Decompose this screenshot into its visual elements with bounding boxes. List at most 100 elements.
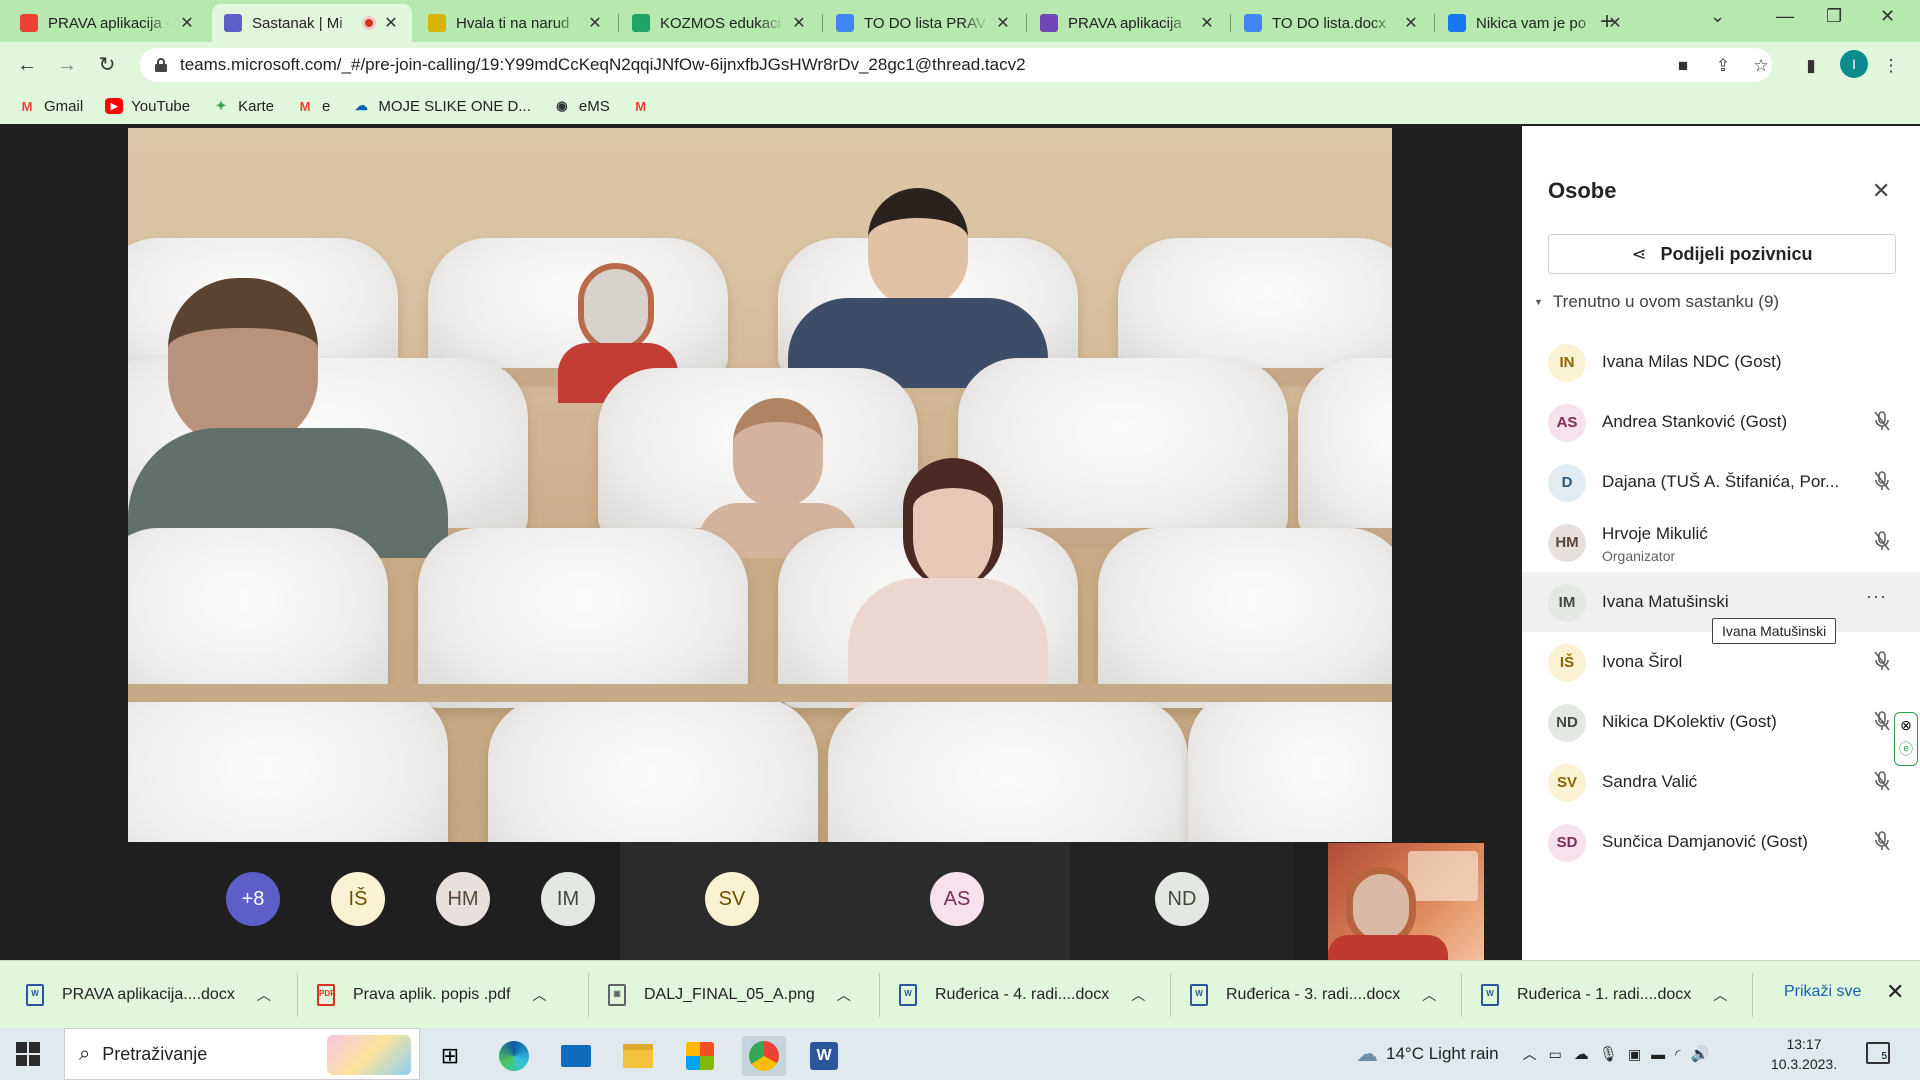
minimize-button[interactable]: — bbox=[1776, 6, 1794, 27]
roster-avatar[interactable]: ND bbox=[1155, 872, 1209, 926]
notification-center-button[interactable]: 5 bbox=[1866, 1042, 1890, 1064]
download-item[interactable]: PDF Prava aplik. popis .pdf ︿ bbox=[317, 961, 546, 1029]
system-clock[interactable]: 13:17 10.3.2023. bbox=[1764, 1034, 1844, 1074]
participant-row[interactable]: ND Nikica DKolektiv (Gost) bbox=[1522, 692, 1920, 752]
meet-now-icon[interactable]: ▭ bbox=[1549, 1046, 1562, 1063]
side-panel-icon[interactable]: ▮ bbox=[1800, 56, 1822, 78]
participant-row[interactable]: SD Sunčica Damjanović (Gost) bbox=[1522, 812, 1920, 872]
chevron-up-icon[interactable]: ︿ bbox=[1131, 985, 1145, 1005]
bookmark-star-icon[interactable]: ☆ bbox=[1750, 56, 1772, 78]
chevron-up-icon[interactable]: ︿ bbox=[837, 985, 851, 1005]
participant-name-tooltip: Ivana Matušinski bbox=[1712, 618, 1837, 644]
download-item[interactable]: W Ruđerica - 3. radi....docx ︿ bbox=[1190, 961, 1436, 1029]
task-view-icon[interactable]: ⊞ bbox=[430, 1036, 470, 1076]
chrome-icon[interactable] bbox=[742, 1036, 786, 1076]
chevron-up-icon[interactable]: ︿ bbox=[532, 985, 546, 1005]
menu-kebab-icon[interactable]: ⋮ bbox=[1880, 56, 1902, 78]
share-icon[interactable]: ⇪ bbox=[1712, 56, 1734, 78]
download-item[interactable]: W Ruđerica - 4. radi....docx ︿ bbox=[899, 961, 1145, 1029]
roster-avatar[interactable]: IM bbox=[541, 872, 595, 926]
in-meeting-group-header[interactable]: ▼ Trenutno u ovom sastanku (9) bbox=[1534, 292, 1779, 312]
word-icon[interactable]: W bbox=[804, 1036, 844, 1076]
browser-tab[interactable]: Sastanak | Mi ✕ bbox=[212, 4, 412, 42]
download-item[interactable]: W PRAVA aplikacija....docx ︿ bbox=[26, 961, 271, 1029]
roster-avatar[interactable]: IŠ bbox=[331, 872, 385, 926]
bookmark-item[interactable]: Me bbox=[296, 97, 331, 115]
browser-tab[interactable]: PRAVA aplikacija ✕ bbox=[1028, 4, 1228, 42]
browser-tab[interactable]: KOZMOS edukaci ✕ bbox=[620, 4, 820, 42]
bookmark-label: e bbox=[321, 97, 331, 115]
roster-avatar[interactable]: HM bbox=[436, 872, 490, 926]
close-tab-icon[interactable]: ✕ bbox=[790, 13, 808, 33]
address-bar[interactable]: teams.microsoft.com/_#/pre-join-calling/… bbox=[140, 48, 1772, 82]
close-downloads-bar-button[interactable]: ✕ bbox=[1886, 979, 1904, 1005]
profile-avatar[interactable]: I bbox=[1840, 50, 1868, 78]
microphone-tray-icon[interactable]: 🎙 bbox=[1599, 1045, 1618, 1063]
chevron-up-icon[interactable]: ︿ bbox=[1422, 985, 1436, 1005]
participant-row[interactable]: D Dajana (TUŠ A. Štifanića, Por... bbox=[1522, 452, 1920, 512]
browser-tab[interactable]: PRAVA aplikacija - ✕ bbox=[8, 4, 208, 42]
battery-icon[interactable]: ▬ bbox=[1651, 1046, 1665, 1062]
bookmark-item[interactable]: ☁ MOJE SLIKE ONE D... bbox=[352, 98, 531, 115]
more-options-icon[interactable]: ··· bbox=[1866, 586, 1887, 607]
forward-button[interactable]: → bbox=[52, 50, 82, 80]
tab-search-chevron-icon[interactable]: ⌄ bbox=[1710, 6, 1725, 27]
download-item[interactable]: ▣ DALJ_FINAL_05_A.png ︿ bbox=[608, 961, 851, 1029]
volume-icon[interactable]: 🔊 bbox=[1691, 1045, 1710, 1063]
side-extension-widget[interactable]: ⊗ ⓔ bbox=[1894, 712, 1918, 766]
close-circle-icon[interactable]: ⊗ bbox=[1895, 713, 1917, 737]
restore-button[interactable]: ❐ bbox=[1826, 6, 1842, 27]
back-button[interactable]: ← bbox=[12, 50, 42, 80]
roster-avatar[interactable]: AS bbox=[930, 872, 984, 926]
bookmark-item[interactable]: ✦ Karte bbox=[212, 98, 274, 115]
chevron-up-icon[interactable]: ︿ bbox=[257, 985, 271, 1005]
close-window-button[interactable]: ✕ bbox=[1880, 6, 1895, 27]
url-text[interactable]: teams.microsoft.com/_#/pre-join-calling/… bbox=[180, 55, 1026, 75]
download-item[interactable]: W Ruđerica - 1. radi....docx ︿ bbox=[1481, 961, 1727, 1029]
camera-icon[interactable]: ■ bbox=[1672, 56, 1694, 78]
mail-icon[interactable] bbox=[556, 1036, 596, 1076]
edge-browser-icon[interactable] bbox=[494, 1036, 534, 1076]
roster-avatar[interactable]: SV bbox=[705, 872, 759, 926]
file-explorer-icon[interactable] bbox=[618, 1036, 658, 1076]
participant-row[interactable]: IN Ivana Milas NDC (Gost) bbox=[1522, 332, 1920, 392]
close-tab-icon[interactable]: ✕ bbox=[994, 13, 1012, 33]
show-all-downloads-link[interactable]: Prikaži sve bbox=[1784, 983, 1861, 1001]
close-tab-icon[interactable]: ✕ bbox=[586, 13, 604, 33]
browser-tab[interactable]: TO DO lista PRAV ✕ bbox=[824, 4, 1024, 42]
taskbar-search-box[interactable]: ⌕ Pretraživanje bbox=[64, 1028, 420, 1080]
bookmark-item[interactable]: M Gmail bbox=[18, 98, 84, 115]
start-button[interactable] bbox=[16, 1042, 40, 1066]
mic-off-icon bbox=[1874, 831, 1890, 851]
chevron-up-icon[interactable]: ︿ bbox=[1713, 985, 1727, 1005]
display-tray-icon[interactable]: ▣ bbox=[1628, 1046, 1641, 1063]
weather-text[interactable]: 14°C Light rain bbox=[1386, 1044, 1499, 1064]
participant-row[interactable]: HM Hrvoje Mikulić Organizator bbox=[1522, 512, 1920, 572]
bookmark-item[interactable]: M bbox=[632, 98, 658, 114]
close-tab-icon[interactable]: ✕ bbox=[1402, 13, 1420, 33]
close-tab-icon[interactable]: ✕ bbox=[1198, 13, 1216, 33]
bookmark-item[interactable]: ▶ YouTube bbox=[105, 98, 190, 115]
wifi-icon[interactable]: ◜ bbox=[1675, 1046, 1680, 1063]
share-invite-button[interactable]: ⋖ Podijeli pozivnicu bbox=[1548, 234, 1896, 274]
self-view-video[interactable] bbox=[1328, 843, 1484, 960]
reload-button[interactable]: ↻ bbox=[92, 50, 122, 80]
participant-row[interactable]: SV Sandra Valić bbox=[1522, 752, 1920, 812]
extension-e-icon[interactable]: ⓔ bbox=[1895, 737, 1917, 761]
onedrive-tray-icon[interactable]: ☁ bbox=[1574, 1045, 1589, 1063]
mic-off-icon bbox=[1874, 531, 1890, 551]
tray-chevron-up-icon[interactable]: ︿ bbox=[1523, 1044, 1537, 1064]
browser-tab[interactable]: Hvala ti na narud ✕ bbox=[416, 4, 616, 42]
microsoft-store-icon[interactable] bbox=[680, 1036, 720, 1076]
bookmark-item[interactable]: ◉ eMS bbox=[553, 98, 610, 115]
browser-tab[interactable]: TO DO lista.docx ✕ bbox=[1232, 4, 1432, 42]
close-panel-button[interactable]: ✕ bbox=[1872, 178, 1890, 204]
close-tab-icon[interactable]: ✕ bbox=[178, 13, 196, 33]
people-panel-title: Osobe bbox=[1548, 178, 1617, 203]
more-participants-badge[interactable]: +8 bbox=[226, 872, 280, 926]
lock-icon[interactable] bbox=[154, 57, 168, 73]
participant-row[interactable]: AS Andrea Stanković (Gost) bbox=[1522, 392, 1920, 452]
close-tab-icon[interactable]: ✕ bbox=[382, 13, 400, 33]
new-tab-button[interactable]: + bbox=[1600, 8, 1614, 36]
weather-cloud-icon: ☁ bbox=[1356, 1041, 1378, 1066]
